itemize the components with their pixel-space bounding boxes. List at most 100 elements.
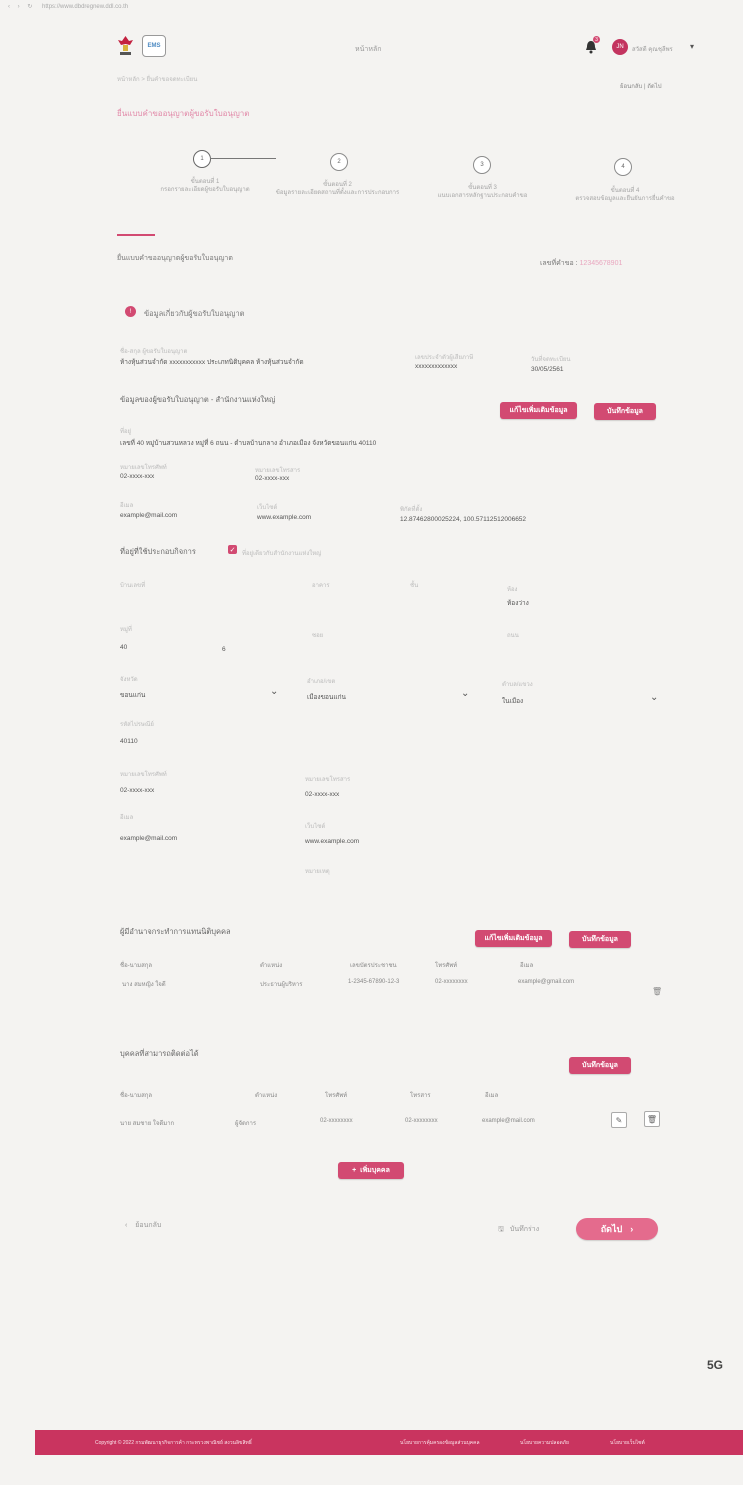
scan-mark: 5G xyxy=(707,1358,724,1372)
breadcrumb[interactable]: หน้าหลัก > ยื่นคำขอจดทะเบียน xyxy=(117,74,197,84)
branch-road-label: ถนน xyxy=(507,633,519,639)
branch-phone-value: 02-xxxx-xxx xyxy=(120,787,155,794)
hq-phone-label: หมายเลขโทรศัพท์ xyxy=(120,465,167,471)
contact-section-title: บุคคลที่สามารถติดต่อได้ xyxy=(120,1049,199,1058)
reg-date-value: 30/05/2561 xyxy=(531,366,564,373)
footer-link-security[interactable]: นโยบายความปลอดภัย xyxy=(520,1439,569,1447)
emblem-icon xyxy=(118,36,133,55)
section-marker-icon: ! xyxy=(125,306,136,317)
province-select[interactable]: ขอนแก่น xyxy=(120,690,145,700)
same-address-checkbox[interactable]: ✓ xyxy=(228,545,237,554)
garuda-logo xyxy=(117,35,134,57)
step-2-circle[interactable]: 2 xyxy=(330,153,348,171)
next-label: ถัดไป xyxy=(600,1224,623,1234)
notification-count: 3 xyxy=(595,36,598,43)
table-row[interactable]: นาย สมชาย ใจดีมาก ผู้จัดการ 02-xxxxxxxx … xyxy=(120,1118,670,1130)
branch-note-label: หมายเหตุ xyxy=(305,869,330,875)
step-3-num: 3 xyxy=(480,162,484,168)
step-1-num: 1 xyxy=(200,156,204,162)
chevron-down-icon[interactable]: ▾ xyxy=(690,42,694,51)
subdistrict-select[interactable]: ในเมือง xyxy=(502,696,523,706)
chevron-right-icon: › xyxy=(630,1224,634,1234)
next-button[interactable]: ถัดไป › xyxy=(576,1218,658,1240)
ref-label: เลขที่คำขอ : xyxy=(540,260,578,267)
branch-moo-label: หมู่ที่ xyxy=(120,627,132,633)
forward-arrow-icon[interactable]: › xyxy=(18,4,20,10)
contact-header-position: ตำแหน่ง xyxy=(255,1093,278,1099)
add-person-button[interactable]: + เพิ่มบุคคล xyxy=(338,1162,404,1179)
url-bar[interactable]: https://www.dbdregnew.ddl.co.th xyxy=(42,4,128,10)
district-label: อำเภอ/เขต xyxy=(307,679,336,685)
branch-email-label: อีเมล xyxy=(120,815,134,821)
contact-header-name: ชื่อ-นามสกุล xyxy=(120,1093,153,1099)
contact-save-button[interactable]: บันทึกข้อมูล xyxy=(569,1057,631,1074)
ref-value: 12345678901 xyxy=(579,260,623,267)
subdistrict-chevron-down-icon[interactable]: ⌄ xyxy=(650,692,658,703)
back-arrow-icon[interactable]: ‹ xyxy=(8,4,10,10)
edit-icon[interactable]: ✎ xyxy=(611,1112,627,1128)
branch-moo-value: 40 xyxy=(120,644,128,651)
step-progress-line xyxy=(210,158,276,159)
province-chevron-down-icon[interactable]: ⌄ xyxy=(270,686,278,697)
hq-coord-label: พิกัดที่ตั้ง xyxy=(400,507,423,513)
avatar[interactable]: JN xyxy=(612,39,628,55)
user-name[interactable]: สวัสดี คุณชุลีพร xyxy=(632,44,673,54)
branch-web-label: เว็บไซต์ xyxy=(305,824,326,830)
branch-section-title: ที่อยู่ที่ใช้ประกอบกิจการ xyxy=(120,547,196,556)
add-person-label: เพิ่มบุคคล xyxy=(360,1167,390,1174)
hq-edit-button[interactable]: แก้ไขเพิ่มเติมข้อมูล xyxy=(500,402,577,419)
footer-link-privacy[interactable]: นโยบายการคุ้มครองข้อมูลส่วนบุคคล xyxy=(400,1439,480,1447)
hq-web-label: เว็บไซต์ xyxy=(257,505,278,511)
hq-fax-label: หมายเลขโทรสาร xyxy=(255,468,301,474)
applicant-name-label: ชื่อ-สกุล ผู้ขอรับใบอนุญาต xyxy=(120,349,188,355)
reload-icon[interactable]: ↻ xyxy=(27,4,32,10)
back-label: ย้อนกลับ xyxy=(135,1222,162,1229)
step-4-circle[interactable]: 4 xyxy=(614,158,632,176)
table-row[interactable]: นาง สมหญิง ใจดี ประธานผู้บริหาร 1-2345-6… xyxy=(120,979,670,991)
authorized-save-button[interactable]: บันทึกข้อมูล xyxy=(569,931,631,948)
save-draft-button[interactable]: 🖫 บันทึกร่าง xyxy=(498,1224,539,1236)
zip-label: รหัสไปรษณีย์ xyxy=(120,722,154,728)
form-section-title: ยื่นแบบคำขออนุญาตผู้ขอรับใบอนุญาต xyxy=(117,255,233,262)
step-1-label-text: กรอกรายละเอียดผู้ขอรับใบอนุญาต xyxy=(160,187,250,193)
auth-header-email: อีเมล xyxy=(520,963,534,969)
branch-fax-label: หมายเลขโทรสาร xyxy=(305,777,351,783)
auth-row-position: ประธานผู้บริหาร xyxy=(260,982,303,988)
trash-icon[interactable]: 🗑 xyxy=(652,987,662,996)
save-icon: 🖫 xyxy=(498,1226,504,1233)
authorized-edit-button[interactable]: แก้ไขเพิ่มเติมข้อมูล xyxy=(475,930,552,947)
pagination-nav[interactable]: ย้อนกลับ | ถัดไป xyxy=(620,81,662,91)
contact-row-name: นาย สมชาย ใจดีมาก xyxy=(120,1121,175,1127)
branch-web-value: www.example.com xyxy=(305,838,360,845)
hq-address-value: เลขที่ 40 หมู่บ้านสวนหลวง หมู่ที่ 6 ถนน … xyxy=(120,440,377,447)
district-chevron-down-icon[interactable]: ⌄ xyxy=(461,688,469,699)
contact-row-position: ผู้จัดการ xyxy=(235,1121,257,1127)
hq-email-value: example@mail.com xyxy=(120,512,178,519)
branch-email-value: example@mail.com xyxy=(120,835,178,842)
step-2-label-text: ข้อมูลรายละเอียดสถานที่ตั้งและการประกอบก… xyxy=(275,190,400,196)
province-label: จังหวัด xyxy=(120,677,138,683)
add-user-icon: + xyxy=(352,1167,357,1174)
hq-save-button[interactable]: บันทึกข้อมูล xyxy=(594,403,656,420)
applicant-name-value: ห้างหุ้นส่วนจำกัด xxxxxxxxxxx ประเภทนิติ… xyxy=(120,359,304,366)
step-4-num: 4 xyxy=(621,164,625,170)
step-3-label: ขั้นตอนที่ 3 แนบเอกสารหลักฐานประกอบคำขอ xyxy=(415,184,550,200)
footer-link-website[interactable]: นโยบายเว็บไซต์ xyxy=(610,1439,645,1447)
ebms-logo: EMS xyxy=(142,35,166,57)
hq-address-label: ที่อยู่ xyxy=(120,429,132,435)
trash-icon[interactable]: 🗑 xyxy=(644,1111,660,1127)
nav-home-link[interactable]: หน้าหลัก xyxy=(355,44,381,55)
auth-row-id: 1-2345-67890-12-3 xyxy=(348,979,400,985)
reg-date-label: วันที่จดทะเบียน xyxy=(531,357,571,363)
step-2-num: 2 xyxy=(337,159,341,165)
step-1-label: ขั้นตอนที่ 1 กรอกรายละเอียดผู้ขอรับใบอนุ… xyxy=(140,178,270,194)
page-title: ยื่นแบบคำขออนุญาตผู้ขอรับใบอนุญาต xyxy=(117,109,250,118)
step-3-circle[interactable]: 3 xyxy=(473,156,491,174)
step-4-label-top: ขั้นตอนที่ 4 xyxy=(610,188,640,194)
step-1-circle[interactable]: 1 xyxy=(193,150,211,168)
auth-row-name: นาง สมหญิง ใจดี xyxy=(122,982,166,988)
back-button[interactable]: ‹ ย้อนกลับ xyxy=(125,1220,161,1231)
tax-id-label: เลขประจำตัวผู้เสียภาษี xyxy=(415,355,474,361)
scan-mark xyxy=(654,1400,743,1401)
district-select[interactable]: เมืองขอนแก่น xyxy=(307,692,346,702)
